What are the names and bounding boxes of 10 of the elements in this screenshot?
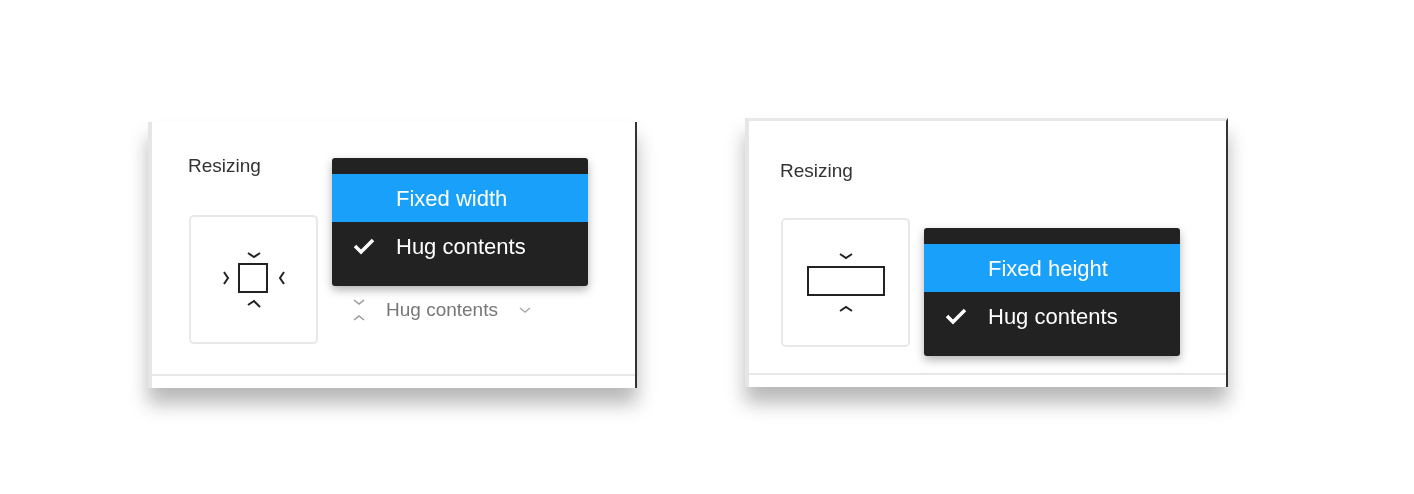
section-title: Resizing [188, 155, 261, 176]
menu-item[interactable]: Hug contents [332, 222, 588, 270]
caret-icon [517, 304, 532, 315]
vertical-resize-icon [352, 297, 366, 322]
hug-height-icon [805, 250, 886, 315]
section-title: Resizing [780, 160, 853, 181]
menu-item[interactable]: Hug contents [924, 292, 1180, 340]
menu-item[interactable]: Fixed width [332, 174, 588, 222]
menu-item[interactable]: Fixed height [924, 244, 1180, 292]
resizing-dropdown[interactable]: Hug contents [352, 295, 532, 324]
